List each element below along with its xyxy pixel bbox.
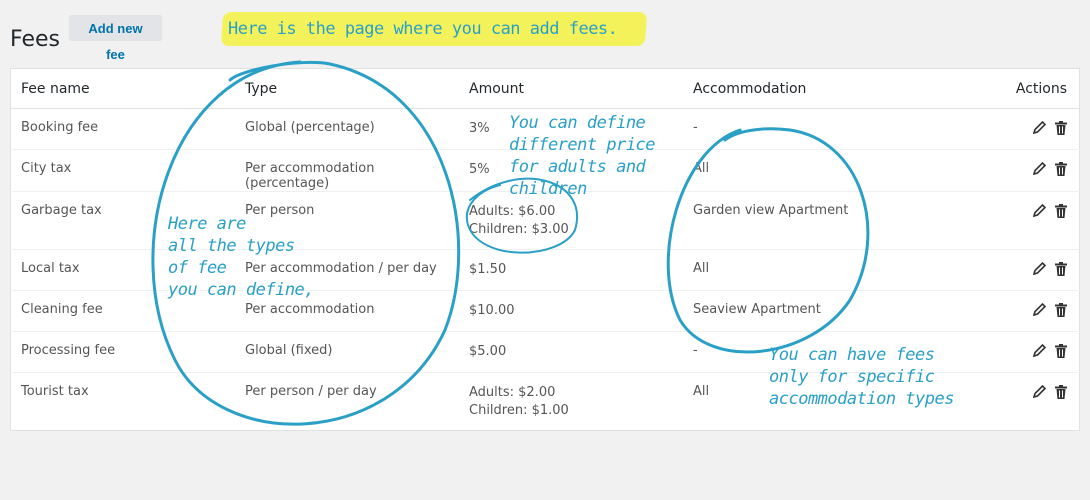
annotation-accommodation: You can have fees only for specific acco… xyxy=(769,344,954,410)
fee-actions-cell xyxy=(982,249,1080,291)
fee-amount-line: $10.00 xyxy=(469,303,515,318)
pencil-icon[interactable] xyxy=(1031,120,1047,136)
pencil-icon[interactable] xyxy=(1031,343,1047,359)
annotation-types-line: Here are xyxy=(168,214,246,234)
fee-amount-cell: $1.50 xyxy=(459,249,683,291)
annotation-amount-line: children xyxy=(509,179,587,199)
fee-type-cell: Global (percentage) xyxy=(235,108,459,150)
trash-icon[interactable] xyxy=(1053,261,1069,277)
fee-name-cell: City tax xyxy=(10,149,235,192)
header-accommodation[interactable]: Accommodation xyxy=(683,68,982,109)
header-amount[interactable]: Amount xyxy=(459,68,683,109)
fee-actions-cell xyxy=(982,191,1080,250)
header-actions: Actions xyxy=(982,68,1080,109)
annotation-amount-line: You can define xyxy=(509,113,646,133)
add-new-fee-button[interactable]: Add new fee xyxy=(69,15,162,62)
fee-amount-line: Adults: $2.00 xyxy=(469,385,556,400)
pencil-icon[interactable] xyxy=(1031,384,1047,400)
fee-accommodation-cell: All xyxy=(683,149,982,192)
trash-icon[interactable] xyxy=(1053,302,1069,318)
fee-amount-line: $5.00 xyxy=(469,344,507,359)
fee-amount-line: $1.50 xyxy=(469,262,507,277)
annotation-types-line: of fee xyxy=(168,258,227,278)
fee-amount-cell: Adults: $2.00 Children: $1.00 xyxy=(459,372,683,431)
fee-amount-cell: Adults: $6.00 Children: $3.00 xyxy=(459,191,683,250)
fee-amount-line: Children: $3.00 xyxy=(469,222,569,237)
fee-type-cell: Global (fixed) xyxy=(235,331,459,373)
fee-amount-cell: $10.00 xyxy=(459,290,683,332)
page-title: Fees xyxy=(10,26,60,52)
fee-amount-line: Adults: $6.00 xyxy=(469,204,556,219)
annotation-accommodation-line: accommodation types xyxy=(769,389,954,409)
trash-icon[interactable] xyxy=(1053,343,1069,359)
fee-actions-cell xyxy=(982,372,1080,431)
fee-amount-cell: $5.00 xyxy=(459,331,683,373)
fee-accommodation-cell: - xyxy=(683,108,982,150)
fee-accommodation-cell: Garden view Apartment xyxy=(683,191,982,250)
fee-name-cell: Processing fee xyxy=(10,331,235,373)
fee-type-cell: Per person / per day xyxy=(235,372,459,431)
annotation-types-line: all the types xyxy=(168,236,295,256)
header-type[interactable]: Type xyxy=(235,68,459,109)
annotation-types-line: you can define, xyxy=(168,280,315,300)
annotation-types: Here are all the types of fee you can de… xyxy=(168,213,315,301)
pencil-icon[interactable] xyxy=(1031,302,1047,318)
trash-icon[interactable] xyxy=(1053,120,1069,136)
fee-type-cell: Per accommodation (percentage) xyxy=(235,149,459,192)
annotation-top: Here is the page where you can add fees. xyxy=(228,19,618,39)
fee-actions-cell xyxy=(982,290,1080,332)
fee-accommodation-cell: All xyxy=(683,249,982,291)
annotation-amount-line: different price xyxy=(509,135,656,155)
trash-icon[interactable] xyxy=(1053,203,1069,219)
trash-icon[interactable] xyxy=(1053,384,1069,400)
header-fee-name[interactable]: Fee name xyxy=(10,68,235,109)
fee-amount-line: Children: $1.00 xyxy=(469,403,569,418)
trash-icon[interactable] xyxy=(1053,161,1069,177)
annotation-amount: You can define different price for adult… xyxy=(509,112,656,200)
fee-actions-cell xyxy=(982,149,1080,192)
table-header-row: Fee name Type Amount Accommodation Actio… xyxy=(10,68,1080,109)
pencil-icon[interactable] xyxy=(1031,261,1047,277)
pencil-icon[interactable] xyxy=(1031,161,1047,177)
fee-name-cell: Booking fee xyxy=(10,108,235,150)
annotation-accommodation-line: You can have fees xyxy=(769,345,935,365)
fee-name-cell: Tourist tax xyxy=(10,372,235,431)
pencil-icon[interactable] xyxy=(1031,203,1047,219)
fee-actions-cell xyxy=(982,331,1080,373)
fee-actions-cell xyxy=(982,108,1080,150)
annotation-amount-line: for adults and xyxy=(509,157,646,177)
annotation-accommodation-line: only for specific xyxy=(769,367,935,387)
fee-accommodation-cell: Seaview Apartment xyxy=(683,290,982,332)
